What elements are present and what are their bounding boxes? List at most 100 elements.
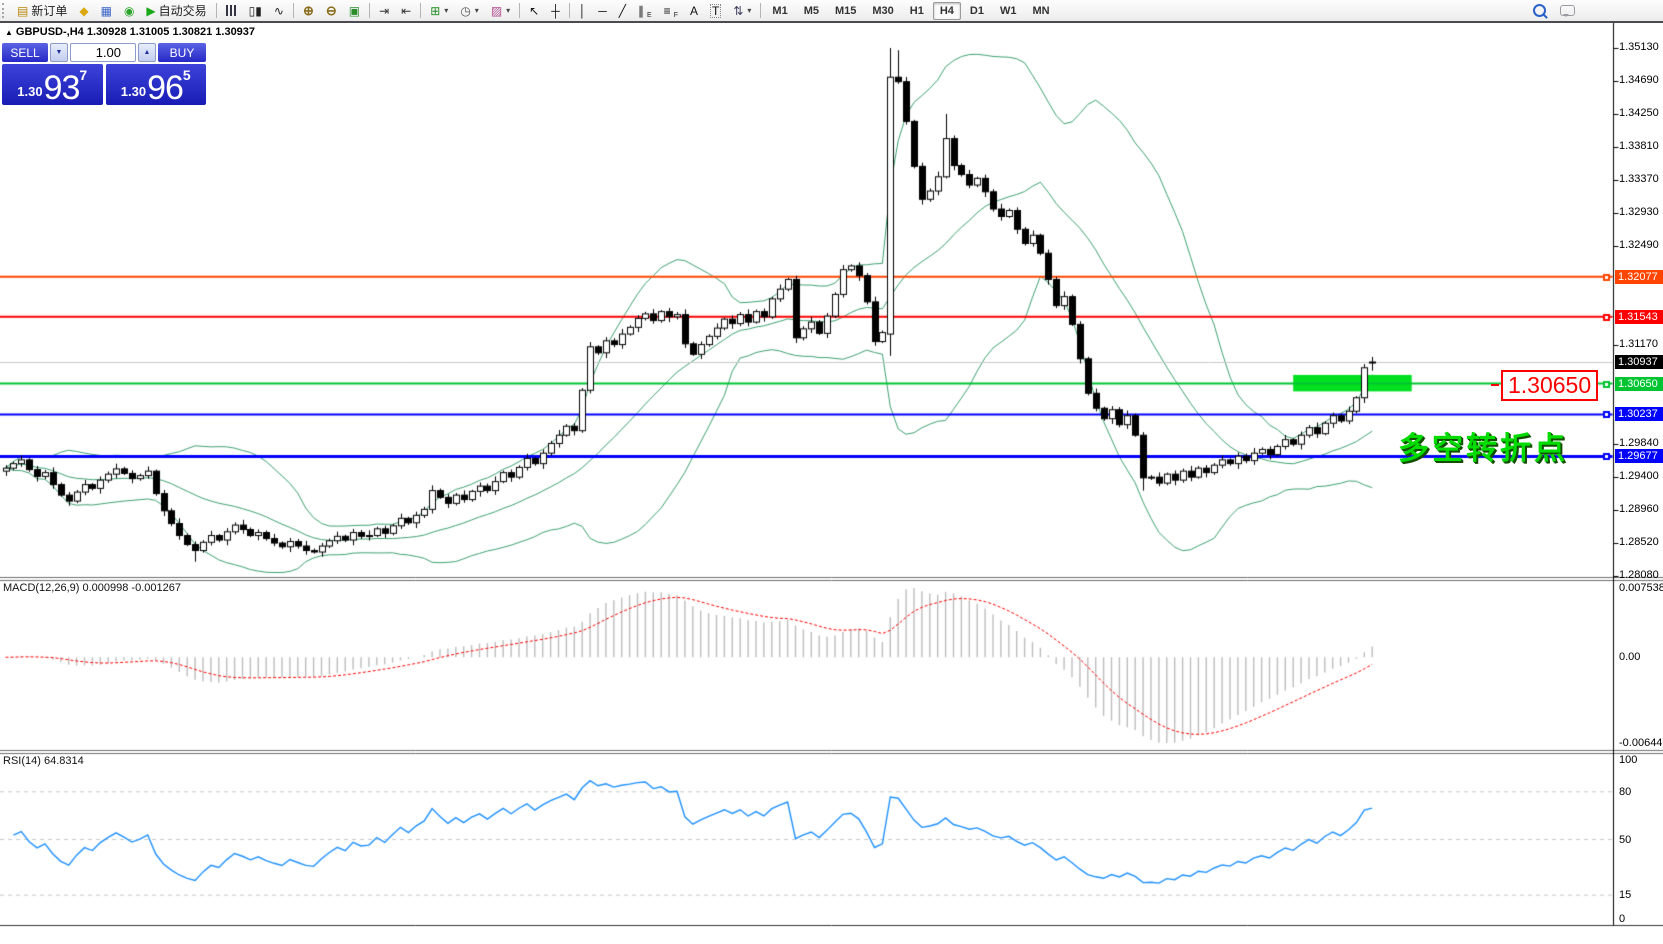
timeframe-h1-button[interactable]: H1 xyxy=(903,2,931,20)
terminal-icon: ▦ xyxy=(101,5,112,17)
price-axis-tick: 1.34250 xyxy=(1619,107,1659,119)
dropdown-arrow-icon: ▾ xyxy=(444,6,448,15)
symbol-ohlc-line: ▲GBPUSD-,H4 1.30928 1.31005 1.30821 1.30… xyxy=(5,26,255,38)
fibonacci-icon: ≡ xyxy=(664,5,671,17)
rsi-axis-tick: 50 xyxy=(1619,834,1631,846)
sell-price-prefix: 1.30 xyxy=(17,84,42,99)
dropdown-arrow-icon: ▾ xyxy=(747,6,751,15)
gold-icon: ◆ xyxy=(79,5,88,17)
vline-button[interactable]: │ xyxy=(574,0,592,21)
clock-icon: ◷ xyxy=(460,5,470,17)
zoom-out-button[interactable]: ⊖ xyxy=(321,0,342,21)
channel-icon-sub: E xyxy=(647,12,652,19)
signal-icon: ◉ xyxy=(124,5,134,17)
timeframe-m1-button[interactable]: M1 xyxy=(765,2,794,20)
auto-scroll-icon: ⇥ xyxy=(379,5,389,17)
cursor-button[interactable]: ↖ xyxy=(524,0,544,21)
sell-button[interactable]: SELL xyxy=(2,43,48,62)
price-axis-tick: 1.35130 xyxy=(1619,41,1659,53)
price-axis-marker: 1.30650 xyxy=(1615,377,1663,391)
toolbar-separator xyxy=(216,3,217,18)
timeframe-w1-button[interactable]: W1 xyxy=(993,2,1024,20)
ohlc-bars-icon xyxy=(226,5,237,16)
label-button[interactable]: T xyxy=(705,0,726,21)
buy-price-button[interactable]: 1.30 96 5 xyxy=(106,64,207,105)
rsi-axis-tick: 80 xyxy=(1619,786,1631,798)
volume-decrease-button[interactable]: ▼ xyxy=(50,43,68,62)
price-axis-tick: 1.29840 xyxy=(1619,437,1659,449)
rsi-axis-tick: 0 xyxy=(1619,913,1625,925)
price-axis-tick: 1.33370 xyxy=(1619,173,1659,185)
toolbar: ▤新订单◆▦◉▶自动交易▯▮∿⊕⊖▣⇥⇤⊞▾◷▾▨▾↖┼│─╱∥E≡FAT⇅▾M… xyxy=(0,0,1663,23)
toolbar-separator xyxy=(420,3,421,18)
channel-icon: ∥ xyxy=(638,5,644,17)
rsi-axis-tick: 15 xyxy=(1619,889,1631,901)
buy-button[interactable]: BUY xyxy=(158,43,206,62)
signal-button[interactable]: ◉ xyxy=(119,0,139,21)
autotrade-button[interactable]: ▶ 自动交易 xyxy=(141,0,211,21)
vertical-line-icon: │ xyxy=(579,5,587,17)
line-chart-button[interactable]: ∿ xyxy=(269,0,289,21)
shapes-button[interactable]: ⇅▾ xyxy=(728,0,756,21)
arrows-icon: ⇅ xyxy=(733,5,743,17)
timeframe-h4-button[interactable]: H4 xyxy=(933,2,961,20)
sell-price-button[interactable]: 1.30 93 7 xyxy=(2,64,103,105)
dropdown-arrow-icon: ▾ xyxy=(506,6,510,15)
collapse-arrow-icon[interactable]: ▲ xyxy=(5,28,13,37)
timeframe-d1-button[interactable]: D1 xyxy=(963,2,991,20)
buy-price-big-digits: 96 xyxy=(147,73,183,103)
candlestick-button[interactable]: ▯▮ xyxy=(244,0,267,21)
horizontal-line-icon: ─ xyxy=(598,5,607,17)
text-icon: A xyxy=(690,5,698,17)
templates-button[interactable]: ▨▾ xyxy=(486,0,515,21)
price-axis-tick: 1.32930 xyxy=(1619,206,1659,218)
timeframe-m5-button[interactable]: M5 xyxy=(797,2,826,20)
chart-template-icon: ▨ xyxy=(491,5,502,17)
price-chart-canvas[interactable] xyxy=(0,0,1663,944)
toolbar-right-icons xyxy=(1533,1,1575,19)
chart-shift-button[interactable]: ⇤ xyxy=(396,0,416,21)
terminal-button[interactable]: ▦ xyxy=(96,0,117,21)
hline-button[interactable]: ─ xyxy=(593,0,612,21)
sell-price-big-digits: 93 xyxy=(44,73,80,103)
rsi-axis-tick: 100 xyxy=(1619,754,1637,766)
text-label-icon: T xyxy=(710,4,721,18)
text-button[interactable]: A xyxy=(685,0,703,21)
price-level-label[interactable]: 1.30650 xyxy=(1501,370,1598,401)
toolbar-separator xyxy=(760,3,761,18)
price-axis-tick: 1.28080 xyxy=(1619,569,1659,581)
profiles-button[interactable]: ◷▾ xyxy=(455,0,484,21)
channel-button[interactable]: ∥E xyxy=(633,0,657,21)
toolbar-separator xyxy=(569,3,570,18)
autotrade-button-label: 自动交易 xyxy=(159,2,207,19)
price-axis-marker: 1.29677 xyxy=(1615,449,1663,463)
gold-button[interactable]: ◆ xyxy=(74,0,93,21)
timeframe-m15-button[interactable]: M15 xyxy=(828,2,863,20)
buy-price-prefix: 1.30 xyxy=(121,84,146,99)
rsi-indicator-label: RSI(14) 64.8314 xyxy=(3,755,84,767)
symbol-ohlc-text: GBPUSD-,H4 1.30928 1.31005 1.30821 1.309… xyxy=(16,26,255,38)
autotrade-icon: ▶ xyxy=(146,5,155,17)
auto-scroll-button[interactable]: ⇥ xyxy=(374,0,394,21)
bar-chart-button[interactable] xyxy=(221,0,242,21)
line-chart-icon: ∿ xyxy=(274,5,284,17)
trendline-button[interactable]: ╱ xyxy=(614,0,631,21)
timeframe-m30-button[interactable]: M30 xyxy=(865,2,900,20)
price-axis-marker: 1.30237 xyxy=(1615,407,1663,421)
tile-windows-icon: ▣ xyxy=(349,5,360,17)
candlestick-icon: ▯▮ xyxy=(249,5,262,17)
dropdown-arrow-icon: ▾ xyxy=(475,6,479,15)
volume-increase-button[interactable]: ▲ xyxy=(138,43,156,62)
zoom-in-button[interactable]: ⊕ xyxy=(298,0,319,21)
volume-input[interactable]: 1.00 xyxy=(70,43,136,62)
new-order-button[interactable]: ▤新订单 xyxy=(12,0,72,21)
fibonacci-button[interactable]: ≡F xyxy=(659,0,683,21)
chat-icon[interactable] xyxy=(1560,5,1575,16)
timeframe-mn-button[interactable]: MN xyxy=(1025,2,1056,20)
tile-windows-button[interactable]: ▣ xyxy=(344,0,365,21)
new-chart-button[interactable]: ⊞▾ xyxy=(425,0,453,21)
one-click-trading-panel: SELL ▼ 1.00 ▲ BUY 1.30 93 7 1.30 96 5 xyxy=(2,43,206,105)
toolbar-separator xyxy=(369,3,370,18)
crosshair-button[interactable]: ┼ xyxy=(546,0,565,21)
search-icon[interactable] xyxy=(1533,4,1546,17)
